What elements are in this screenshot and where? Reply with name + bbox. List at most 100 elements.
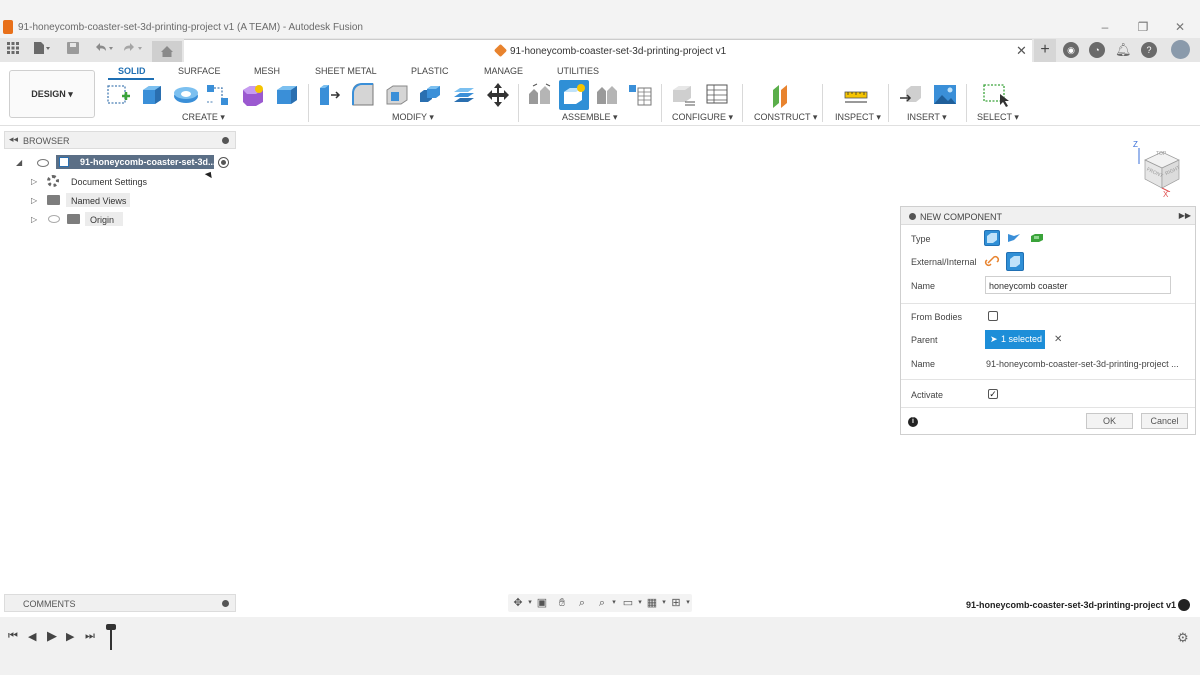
visibility-eye-icon[interactable] (37, 159, 49, 167)
go-to-end-icon[interactable]: ⏭ (85, 630, 95, 643)
pin-icon[interactable] (222, 600, 229, 607)
fillet-icon[interactable] (350, 82, 376, 108)
hidden-eye-icon[interactable] (48, 215, 60, 223)
assemble-menu[interactable]: ASSEMBLE ▾ (562, 112, 618, 123)
dialog-header[interactable]: NEW COMPONENT ▶▶ (901, 207, 1195, 225)
select-menu[interactable]: SELECT ▾ (977, 112, 1019, 123)
move-copy-icon[interactable] (485, 82, 511, 108)
window-select-icon[interactable] (982, 82, 1009, 108)
parent-selection-button[interactable]: ➤ 1 selected (985, 330, 1045, 349)
document-tab-title[interactable]: 91-honeycomb-coaster-set-3d-printing-pro… (510, 46, 726, 57)
zoom-icon[interactable]: ⌕ (576, 597, 588, 609)
joint-icon[interactable] (526, 82, 552, 108)
tab-plastic[interactable]: PLASTIC (411, 66, 449, 76)
view-cube[interactable]: Z X TOP FRONT RIGHT (1133, 140, 1183, 199)
create-menu[interactable]: CREATE ▾ (182, 112, 225, 123)
pin-icon[interactable] (222, 137, 229, 144)
insert-menu[interactable]: INSERT ▾ (907, 112, 947, 123)
pan-icon[interactable]: ✋︎ (556, 597, 568, 609)
look-at-icon[interactable]: ▣ (536, 597, 548, 609)
canvas-image-icon[interactable] (932, 82, 958, 108)
fit-dropdown-icon[interactable]: ▾ (608, 597, 620, 609)
type-standard-icon[interactable] (984, 230, 1000, 246)
extensions-icon[interactable]: ◉ (1063, 42, 1079, 58)
box-icon[interactable] (274, 82, 300, 108)
grid-snaps-icon[interactable]: ▦ (646, 597, 658, 609)
shell-icon[interactable] (384, 82, 410, 108)
restore-button[interactable]: ❐ (1133, 20, 1153, 34)
configuration-table-icon[interactable] (705, 82, 731, 108)
orbit-dropdown-icon[interactable]: ▾ (524, 597, 536, 609)
save-icon[interactable] (66, 42, 80, 58)
browser-panel-header[interactable]: ◂◂ BROWSER (4, 131, 236, 149)
comments-panel-header[interactable]: COMMENTS (4, 594, 236, 612)
measure-icon[interactable] (843, 82, 869, 108)
clear-selection-button[interactable]: ✕ (1054, 334, 1062, 345)
timeline-marker[interactable] (110, 626, 112, 650)
file-icon[interactable] (32, 42, 52, 58)
from-bodies-checkbox[interactable] (988, 311, 998, 321)
close-tab-button[interactable]: ✕ (1016, 43, 1027, 59)
external-link-icon[interactable] (984, 253, 1000, 269)
tab-surface[interactable]: SURFACE (178, 66, 221, 76)
grid-icon[interactable] (6, 42, 20, 58)
form-icon[interactable] (240, 82, 266, 108)
expand-dialog-icon[interactable]: ▶▶ (1179, 211, 1191, 220)
undo-icon[interactable] (92, 42, 116, 58)
tab-manage[interactable]: MANAGE (484, 66, 523, 76)
construct-menu[interactable]: CONSTRUCT ▾ (754, 112, 817, 123)
combine-icon[interactable] (417, 82, 443, 108)
display-dropdown-icon[interactable]: ▾ (634, 597, 646, 609)
as-built-joint-icon[interactable] (594, 82, 620, 108)
redo-icon[interactable] (120, 42, 146, 58)
ok-button[interactable]: OK (1086, 413, 1133, 429)
display-settings-icon[interactable]: ▭ (622, 597, 634, 609)
user-avatar[interactable] (1171, 40, 1190, 59)
browser-item-named-views[interactable]: Named Views (71, 196, 126, 206)
collapse-root-icon[interactable]: ◢ (16, 158, 22, 167)
minimize-button[interactable]: – (1095, 20, 1115, 34)
orbit-icon[interactable]: ✥ (512, 597, 524, 609)
offset-plane-icon[interactable] (770, 82, 796, 108)
viewports-dropdown-icon[interactable]: ▾ (682, 597, 694, 609)
root-component-name[interactable]: 91-honeycomb-coaster-set-3d... (80, 157, 216, 167)
press-pull-icon[interactable] (316, 82, 342, 108)
job-status-icon[interactable]: ◔ (1089, 42, 1105, 58)
activate-checkbox[interactable]: ✓ (988, 389, 998, 399)
bill-of-materials-icon[interactable] (627, 82, 653, 108)
sweep-icon[interactable] (205, 82, 231, 108)
browser-item-origin[interactable]: Origin (90, 215, 114, 225)
revolve-icon[interactable] (172, 82, 198, 108)
component-name-input[interactable]: honeycomb coaster (985, 276, 1171, 294)
internal-component-icon[interactable] (1006, 252, 1024, 271)
new-component-button[interactable] (559, 80, 589, 110)
browser-item-document-settings[interactable]: Document Settings (71, 177, 147, 187)
tab-sheet-metal[interactable]: SHEET METAL (315, 66, 377, 76)
create-sketch-icon[interactable] (106, 82, 132, 108)
step-back-icon[interactable]: ◀︎ (28, 630, 36, 643)
timeline-settings-gear-icon[interactable]: ⚙ (1177, 630, 1189, 646)
modify-menu[interactable]: MODIFY ▾ (392, 112, 434, 123)
extrude-icon[interactable] (139, 82, 165, 108)
configure-design-icon[interactable] (670, 82, 696, 108)
expand-icon[interactable]: ▷ (31, 177, 37, 186)
type-sheet-metal-icon[interactable] (1006, 230, 1022, 246)
step-forward-icon[interactable]: ▶︎ (66, 630, 74, 643)
activate-radio-icon[interactable] (218, 157, 229, 168)
grid-dropdown-icon[interactable]: ▾ (658, 597, 670, 609)
tab-mesh[interactable]: MESH (254, 66, 280, 76)
new-tab-button[interactable]: + (1034, 39, 1056, 62)
notifications-icon[interactable]: 🔔︎ (1115, 42, 1132, 58)
expand-icon[interactable]: ▷ (31, 215, 37, 224)
help-icon[interactable]: ? (1141, 42, 1157, 58)
tab-utilities[interactable]: UTILITIES (557, 66, 599, 76)
expand-icon[interactable]: ▷ (31, 196, 37, 205)
collapse-panel-icon[interactable]: ◂◂ (9, 134, 18, 145)
home-button[interactable] (152, 41, 182, 62)
configure-menu[interactable]: CONFIGURE ▾ (672, 112, 733, 123)
workspace-switcher-button[interactable]: DESIGN ▾ (9, 70, 95, 118)
play-icon[interactable]: ▶︎ (47, 628, 57, 644)
go-to-start-icon[interactable]: ⏮ (8, 630, 18, 643)
tab-solid[interactable]: SOLID (118, 66, 146, 76)
offset-face-icon[interactable] (451, 82, 477, 108)
